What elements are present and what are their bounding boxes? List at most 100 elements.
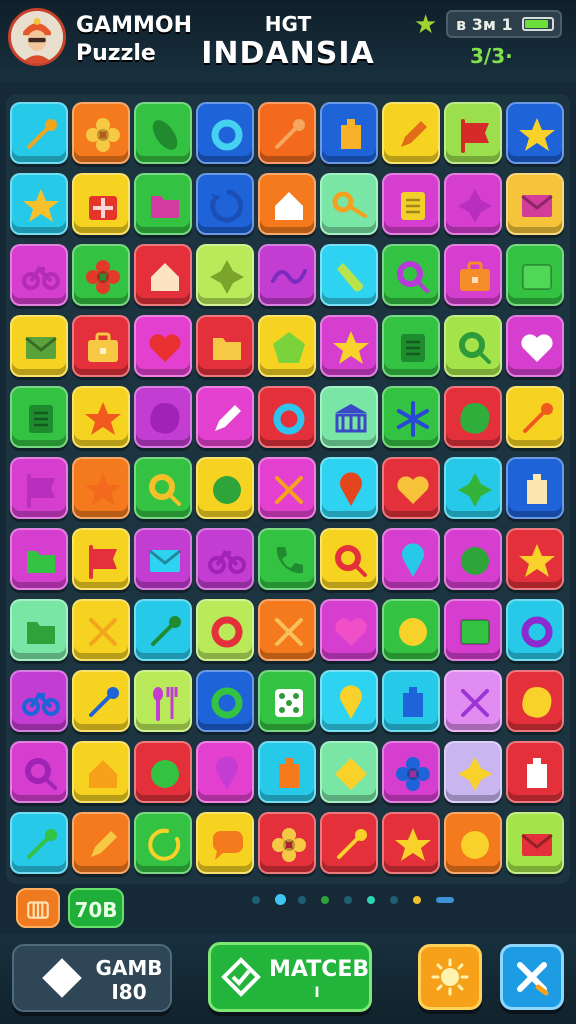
game-tile[interactable] xyxy=(196,528,254,590)
game-tile[interactable] xyxy=(258,386,316,448)
game-tile[interactable] xyxy=(444,102,502,164)
game-tile[interactable] xyxy=(134,244,192,306)
game-tile[interactable] xyxy=(134,599,192,661)
game-tile[interactable] xyxy=(506,741,564,803)
game-tile[interactable] xyxy=(10,244,68,306)
game-tile[interactable] xyxy=(506,528,564,590)
game-tile[interactable] xyxy=(258,315,316,377)
game-tile[interactable] xyxy=(382,528,440,590)
page-dot[interactable] xyxy=(367,896,375,904)
game-tile[interactable] xyxy=(72,173,130,235)
game-tile[interactable] xyxy=(320,528,378,590)
game-tile[interactable] xyxy=(258,670,316,732)
game-tile[interactable] xyxy=(10,315,68,377)
game-tile[interactable] xyxy=(10,599,68,661)
game-tile[interactable] xyxy=(320,315,378,377)
game-tile[interactable] xyxy=(382,599,440,661)
game-tile[interactable] xyxy=(506,812,564,874)
game-tile[interactable] xyxy=(10,812,68,874)
game-tile[interactable] xyxy=(444,173,502,235)
game-tile[interactable] xyxy=(444,812,502,874)
game-tile[interactable] xyxy=(134,173,192,235)
game-tile[interactable] xyxy=(444,457,502,519)
game-tile[interactable] xyxy=(10,457,68,519)
game-tile[interactable] xyxy=(444,244,502,306)
game-tile[interactable] xyxy=(10,741,68,803)
game-tile[interactable] xyxy=(320,386,378,448)
game-tile[interactable] xyxy=(444,670,502,732)
game-tile[interactable] xyxy=(506,173,564,235)
game-tile[interactable] xyxy=(72,741,130,803)
page-dot[interactable] xyxy=(275,894,286,905)
game-tile[interactable] xyxy=(134,457,192,519)
game-tile[interactable] xyxy=(72,386,130,448)
game-tile[interactable] xyxy=(10,670,68,732)
game-tile[interactable] xyxy=(258,173,316,235)
game-tile[interactable] xyxy=(320,102,378,164)
game-tile[interactable] xyxy=(196,599,254,661)
page-dot[interactable] xyxy=(344,896,352,904)
game-tile[interactable] xyxy=(320,812,378,874)
game-tile[interactable] xyxy=(506,102,564,164)
game-tile[interactable] xyxy=(196,102,254,164)
game-tile[interactable] xyxy=(134,315,192,377)
game-tile[interactable] xyxy=(72,599,130,661)
game-tile[interactable] xyxy=(196,244,254,306)
game-tile[interactable] xyxy=(320,457,378,519)
game-tile[interactable] xyxy=(382,244,440,306)
sun-button[interactable] xyxy=(418,944,482,1010)
page-dot[interactable] xyxy=(390,896,398,904)
game-tile[interactable] xyxy=(382,315,440,377)
game-tile[interactable] xyxy=(72,315,130,377)
game-tile[interactable] xyxy=(196,386,254,448)
game-tile[interactable] xyxy=(10,102,68,164)
game-tile[interactable] xyxy=(258,528,316,590)
game-tile[interactable] xyxy=(258,457,316,519)
game-tile[interactable] xyxy=(320,599,378,661)
game-tile[interactable] xyxy=(444,315,502,377)
game-tile[interactable] xyxy=(258,812,316,874)
game-tile[interactable] xyxy=(444,599,502,661)
game-tile[interactable] xyxy=(72,528,130,590)
game-tile[interactable] xyxy=(134,741,192,803)
game-tile[interactable] xyxy=(382,812,440,874)
game-tile[interactable] xyxy=(506,599,564,661)
game-tile[interactable] xyxy=(134,102,192,164)
game-tile[interactable] xyxy=(134,812,192,874)
crate-button[interactable] xyxy=(16,888,60,928)
match-button[interactable]: MATCEB I xyxy=(208,942,372,1012)
game-tile[interactable] xyxy=(134,386,192,448)
game-tile[interactable] xyxy=(382,173,440,235)
game-tile[interactable] xyxy=(506,457,564,519)
game-tile[interactable] xyxy=(320,741,378,803)
game-tile[interactable] xyxy=(10,386,68,448)
game-tile[interactable] xyxy=(72,102,130,164)
page-dot[interactable] xyxy=(321,896,329,904)
game-tile[interactable] xyxy=(382,102,440,164)
game-tile[interactable] xyxy=(10,528,68,590)
game-tile[interactable] xyxy=(444,386,502,448)
game-tile[interactable] xyxy=(258,741,316,803)
game-tile[interactable] xyxy=(72,457,130,519)
page-dot[interactable] xyxy=(252,896,260,904)
game-tile[interactable] xyxy=(258,599,316,661)
game-tile[interactable] xyxy=(506,670,564,732)
game-tile[interactable] xyxy=(72,812,130,874)
game-tile[interactable] xyxy=(196,670,254,732)
game-tile[interactable] xyxy=(320,173,378,235)
game-tile[interactable] xyxy=(196,741,254,803)
close-button[interactable] xyxy=(500,944,564,1010)
game-button[interactable]: GAMB I80 xyxy=(12,944,172,1012)
game-tile[interactable] xyxy=(506,244,564,306)
page-dot[interactable] xyxy=(298,896,306,904)
game-tile[interactable] xyxy=(258,102,316,164)
game-tile[interactable] xyxy=(258,244,316,306)
game-tile[interactable] xyxy=(382,741,440,803)
game-tile[interactable] xyxy=(72,670,130,732)
page-dot[interactable] xyxy=(436,897,454,903)
game-tile[interactable] xyxy=(196,173,254,235)
game-tile[interactable] xyxy=(196,457,254,519)
game-tile[interactable] xyxy=(382,457,440,519)
game-tile[interactable] xyxy=(72,244,130,306)
game-tile[interactable] xyxy=(134,528,192,590)
